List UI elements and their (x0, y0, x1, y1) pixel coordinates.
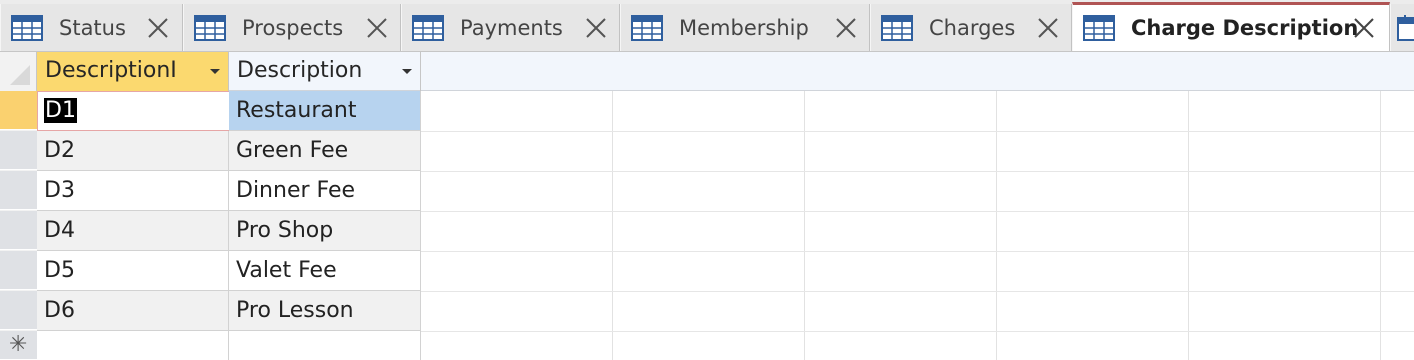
new-record-selector[interactable]: ✳ (0, 331, 37, 360)
table-icon (631, 15, 663, 41)
datasheet-grid: DescriptionI Description ✳ D1 Restaurant… (0, 52, 1414, 360)
cell-description[interactable]: Valet Fee (229, 251, 421, 291)
table-icon (194, 15, 226, 41)
cell-value: Dinner Fee (236, 178, 356, 203)
row-selector[interactable] (0, 291, 37, 330)
cell-descriptionid[interactable]: D6 (37, 291, 229, 331)
cell-value: D2 (44, 138, 75, 163)
close-icon[interactable] (147, 17, 169, 39)
column-header-row: DescriptionI Description (0, 52, 1414, 91)
tab-label: Payments (460, 16, 563, 40)
new-cell-description[interactable] (229, 331, 421, 360)
tab-charge-description[interactable]: Charge Description (1072, 2, 1390, 51)
close-icon[interactable] (366, 17, 388, 39)
column-header-description[interactable]: Description (229, 52, 421, 91)
new-record-asterisk-icon: ✳ (9, 332, 28, 357)
cell-value: D4 (44, 218, 75, 243)
cell-value: D1 (44, 98, 77, 123)
row-selector[interactable] (0, 171, 37, 210)
record-selector-column: ✳ (0, 91, 38, 360)
grid-line (612, 52, 613, 360)
cell-descriptionid[interactable]: D1 (37, 91, 230, 131)
tab-label: Membership (679, 16, 809, 40)
select-all-corner[interactable] (0, 52, 37, 91)
close-icon[interactable] (585, 17, 607, 39)
table-icon (881, 15, 913, 41)
cell-value: D5 (44, 258, 75, 283)
row-selector[interactable] (0, 211, 37, 250)
cell-descriptionid[interactable]: D5 (37, 251, 229, 291)
cell-description[interactable]: Green Fee (229, 131, 421, 171)
cell-description[interactable]: Pro Lesson (229, 291, 421, 331)
cell-value: Green Fee (236, 138, 349, 163)
tab-overflow[interactable] (1390, 4, 1414, 51)
row-selector[interactable] (0, 91, 37, 130)
cell-description[interactable]: Dinner Fee (229, 171, 421, 211)
grid-line (804, 52, 805, 360)
cell-descriptionid[interactable]: D2 (37, 131, 229, 171)
tab-prospects[interactable]: Prospects (183, 4, 401, 51)
cell-value: D3 (44, 178, 75, 203)
cell-value: Restaurant (236, 98, 357, 123)
chevron-down-icon[interactable] (402, 69, 412, 74)
chevron-down-icon[interactable] (210, 69, 220, 74)
tab-membership[interactable]: Membership (620, 4, 870, 51)
column-header-label: DescriptionI (45, 58, 177, 83)
row-selector[interactable] (0, 131, 37, 170)
grid-line (1380, 52, 1381, 360)
cell-description[interactable]: Restaurant (229, 91, 421, 131)
column-header-label: Description (237, 58, 363, 83)
row-selector[interactable] (0, 251, 37, 290)
close-icon[interactable] (835, 17, 857, 39)
calendar-icon (1397, 15, 1414, 41)
close-icon[interactable] (1353, 17, 1375, 39)
tab-label: Prospects (242, 16, 344, 40)
grid-line (996, 52, 997, 360)
select-all-triangle-icon (10, 65, 30, 85)
tab-charges[interactable]: Charges (870, 4, 1072, 51)
cell-value: D6 (44, 298, 75, 323)
cell-description[interactable]: Pro Shop (229, 211, 421, 251)
new-cell-descriptionid[interactable] (37, 331, 229, 360)
table-icon (1083, 15, 1115, 41)
column-header-descriptionid[interactable]: DescriptionI (37, 52, 229, 91)
document-tab-strip: Status Prospects Payments Membership Cha… (0, 0, 1414, 52)
cell-descriptionid[interactable]: D4 (37, 211, 229, 251)
tab-label: Charge Description (1131, 16, 1359, 40)
table-icon (412, 15, 444, 41)
tab-status[interactable]: Status (0, 4, 183, 51)
grid-line (1188, 52, 1189, 360)
table-icon (11, 15, 43, 41)
cell-value: Pro Lesson (236, 298, 354, 323)
cell-value: Pro Shop (236, 218, 334, 243)
close-icon[interactable] (1037, 17, 1059, 39)
tab-label: Charges (929, 16, 1016, 40)
tab-label: Status (59, 16, 126, 40)
tab-payments[interactable]: Payments (401, 4, 620, 51)
cell-value: Valet Fee (236, 258, 337, 283)
cell-descriptionid[interactable]: D3 (37, 171, 229, 211)
